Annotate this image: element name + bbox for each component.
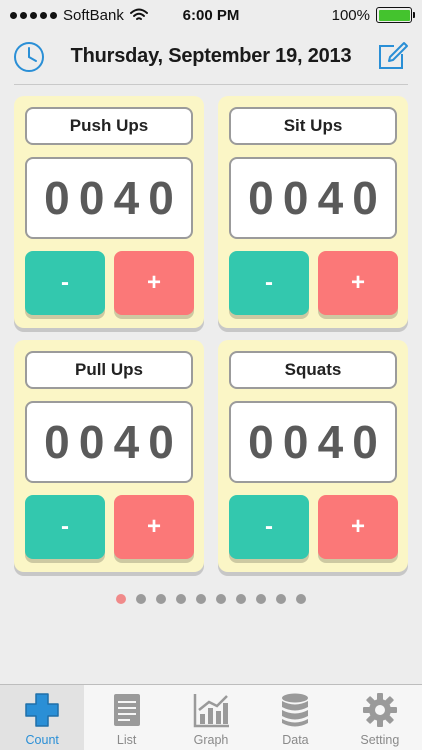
battery-percent: 100% xyxy=(331,6,370,24)
tab-label: List xyxy=(116,733,137,747)
counter-digit: 0 xyxy=(44,416,70,468)
counter-digit: 0 xyxy=(282,172,309,224)
tab-count[interactable]: Count xyxy=(0,685,85,750)
decrement-button[interactable]: - xyxy=(229,251,309,315)
counter-digit: 0 xyxy=(148,416,174,468)
counter-digit: 4 xyxy=(317,172,344,224)
counter-digit: 0 xyxy=(352,416,378,468)
status-left: SoftBank xyxy=(10,7,148,24)
page-dot[interactable] xyxy=(276,594,286,604)
decrement-button[interactable]: - xyxy=(25,251,105,315)
count-plus-icon xyxy=(25,693,59,727)
header: Thursday, September 19, 2013 xyxy=(0,30,422,82)
battery-icon xyxy=(376,7,415,23)
page-dot[interactable] xyxy=(176,594,186,604)
page-dot[interactable] xyxy=(196,594,206,604)
tab-label: Data xyxy=(282,733,309,747)
wifi-icon xyxy=(129,8,148,20)
status-right: 100% xyxy=(331,6,415,24)
page-dot-active[interactable] xyxy=(116,594,126,604)
page-dot[interactable] xyxy=(296,594,306,604)
increment-button[interactable]: + xyxy=(318,495,398,559)
tab-label: Count xyxy=(25,733,59,747)
tab-list[interactable]: List xyxy=(84,685,168,750)
page-dot[interactable] xyxy=(216,594,226,604)
list-icon xyxy=(113,694,140,726)
increment-button[interactable]: + xyxy=(114,251,194,315)
counter-label: Pull Ups xyxy=(25,351,193,389)
counter-card-squats: Squats 0 0 4 0 - + xyxy=(218,340,408,572)
counter-digit: 0 xyxy=(282,416,309,468)
counter-card-pull-ups: Pull Ups 0 0 4 0 - + xyxy=(14,340,204,572)
counter-value: 0 0 4 0 xyxy=(25,157,193,239)
status-bar: SoftBank 6:00 PM 100% xyxy=(0,0,422,30)
tab-setting[interactable]: Setting xyxy=(338,685,422,750)
counter-digit: 0 xyxy=(352,172,378,224)
counter-label: Sit Ups xyxy=(229,107,397,145)
counter-digit: 0 xyxy=(148,172,174,224)
clock-icon[interactable] xyxy=(12,40,46,74)
data-icon xyxy=(282,693,309,727)
header-divider xyxy=(14,84,408,85)
counter-digit: 4 xyxy=(113,416,140,468)
page-dot[interactable] xyxy=(236,594,246,604)
counter-label: Push Ups xyxy=(25,107,193,145)
gear-icon xyxy=(362,693,397,727)
counter-label: Squats xyxy=(229,351,397,389)
page-dot[interactable] xyxy=(256,594,266,604)
counter-digit: 0 xyxy=(78,172,105,224)
counter-digit: 0 xyxy=(248,172,274,224)
counter-digit: 0 xyxy=(44,172,70,224)
tab-label: Graph xyxy=(193,733,229,747)
page-dot[interactable] xyxy=(156,594,166,604)
carrier-name: SoftBank xyxy=(63,6,124,24)
counter-digit: 0 xyxy=(248,416,274,468)
decrement-button[interactable]: - xyxy=(229,495,309,559)
counter-digit: 0 xyxy=(78,416,105,468)
graph-icon xyxy=(193,694,230,728)
counter-value: 0 0 4 0 xyxy=(25,401,193,483)
tab-label: Setting xyxy=(360,733,400,747)
counter-card-sit-ups: Sit Ups 0 0 4 0 - + xyxy=(218,96,408,328)
counter-card-push-ups: Push Ups 0 0 4 0 - + xyxy=(14,96,204,328)
tab-bar: Count List Graph Data Setting xyxy=(0,684,422,750)
counter-value: 0 0 4 0 xyxy=(229,401,397,483)
signal-dots-icon xyxy=(10,11,57,19)
decrement-button[interactable]: - xyxy=(25,495,105,559)
increment-button[interactable]: + xyxy=(318,251,398,315)
page-title: Thursday, September 19, 2013 xyxy=(70,44,352,67)
page-dot[interactable] xyxy=(136,594,146,604)
counter-digit: 4 xyxy=(113,172,140,224)
edit-icon[interactable] xyxy=(374,38,410,74)
counter-grid: Push Ups 0 0 4 0 - + Sit Ups 0 0 4 0 - +… xyxy=(0,96,422,576)
tab-data[interactable]: Data xyxy=(253,685,337,750)
counter-digit: 4 xyxy=(317,416,344,468)
tab-graph[interactable]: Graph xyxy=(169,685,253,750)
counter-value: 0 0 4 0 xyxy=(229,157,397,239)
increment-button[interactable]: + xyxy=(114,495,194,559)
page-indicator[interactable] xyxy=(0,594,422,606)
